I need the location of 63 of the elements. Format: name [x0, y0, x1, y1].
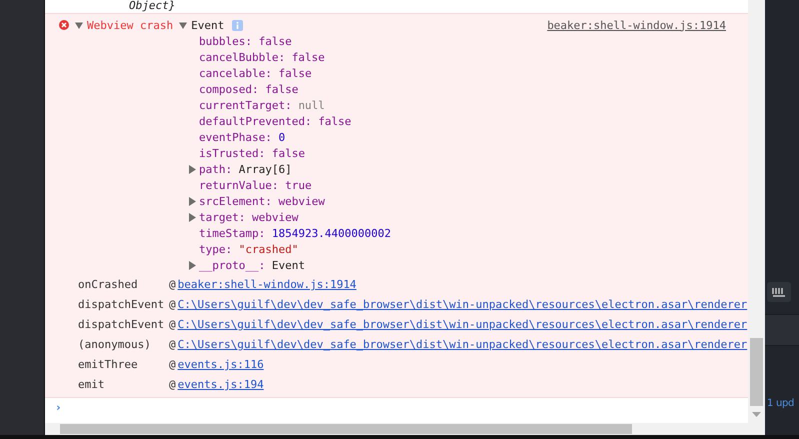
property-value: false	[318, 114, 352, 128]
function-name: emit	[78, 377, 106, 393]
property-name: returnValue:	[199, 178, 278, 192]
at-sign: @	[169, 277, 176, 293]
property-value: false	[265, 82, 298, 96]
console-text: Object}	[128, 0, 176, 13]
property-value: Event	[272, 258, 305, 272]
scrollbar-thumb[interactable]	[60, 424, 632, 434]
scrollbar-thumb[interactable]	[750, 338, 763, 406]
property-value: 1854923.4400000002	[272, 226, 392, 240]
source-link[interactable]: C:\Users\guilf\dev\dev_safe_browser\dist\win-unpacked\resources\electron.asar\renderer	[178, 317, 748, 333]
property-value: 0	[278, 130, 286, 144]
property-value: false	[258, 34, 292, 48]
property-name: isTrusted:	[199, 146, 266, 160]
function-name: emitThree	[78, 357, 139, 373]
property-name: defaultPrevented:	[199, 114, 312, 128]
prompt-icon[interactable]: ›	[45, 398, 748, 420]
property-name: type:	[199, 242, 232, 256]
expand-arrow-icon[interactable]	[179, 20, 188, 30]
source-link[interactable]: events.js:194	[178, 377, 264, 393]
property-value: false	[278, 66, 312, 80]
property-name: cancelable:	[199, 66, 272, 80]
function-name: onCrashed	[78, 277, 139, 293]
source-link[interactable]: beaker:shell-window.js:1914	[547, 18, 726, 32]
property-name: currentTarget:	[199, 98, 292, 112]
expand-arrow-icon[interactable]	[188, 260, 197, 270]
source-link[interactable]: C:\Users\guilf\dev\dev_safe_browser\dist\win-unpacked\resources\electron.asar\renderer	[178, 337, 748, 353]
at-sign: @	[169, 317, 176, 333]
property-name: timeStamp:	[199, 226, 266, 240]
source-link[interactable]: beaker:shell-window.js:1914	[178, 277, 356, 293]
property-name: cancelBubble:	[199, 50, 286, 64]
status-text: 1 upd	[766, 398, 796, 409]
source-link[interactable]: events.js:116	[178, 357, 264, 373]
property-name: path:	[199, 162, 232, 176]
property-value: webview	[278, 194, 325, 208]
bars-icon	[772, 287, 786, 297]
error-message: Webview crash	[87, 18, 174, 32]
at-sign: @	[169, 377, 176, 393]
property-name: bubbles:	[199, 34, 252, 48]
property-name: srcElement:	[199, 194, 272, 208]
property-value: Array[6]	[238, 162, 292, 176]
property-name: eventPhase:	[199, 130, 272, 144]
source-link[interactable]: C:\Users\guilf\dev\dev_safe_browser\dist\win-unpacked\resources\electron.asar\renderer	[178, 297, 748, 313]
property-name: composed:	[199, 82, 259, 96]
property-value: true	[285, 178, 312, 192]
function-name: dispatchEvent	[78, 297, 166, 313]
at-sign: @	[169, 337, 176, 353]
expand-arrow-icon[interactable]	[188, 164, 197, 174]
at-sign: @	[169, 297, 176, 313]
property-value: null	[298, 98, 325, 112]
function-name: dispatchEvent	[78, 317, 166, 333]
property-name: __proto__:	[199, 258, 266, 272]
toolbar-button[interactable]	[767, 282, 791, 302]
property-value: false	[292, 50, 325, 64]
at-sign: @	[169, 357, 176, 373]
object-label[interactable]: Event	[191, 18, 224, 32]
expand-arrow-icon[interactable]	[75, 20, 84, 30]
property-value: false	[272, 146, 305, 160]
property-value: "crashed"	[238, 242, 298, 256]
error-icon	[59, 20, 69, 30]
property-name: target:	[199, 210, 246, 224]
function-name: (anonymous)	[78, 337, 152, 353]
property-value: webview	[252, 210, 298, 224]
